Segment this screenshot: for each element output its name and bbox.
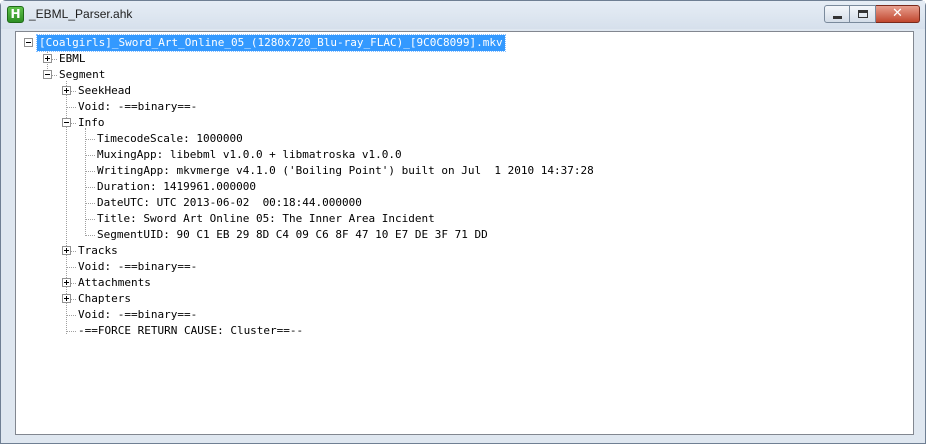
tree-node-writingapp[interactable]: WritingApp: mkvmerge v4.1.0 ('Boiling Po…	[97, 163, 594, 179]
tree-node-void[interactable]: Void: -==binary==-	[78, 259, 197, 275]
tree-node-duration[interactable]: Duration: 1419961.000000	[97, 179, 256, 195]
maximize-button[interactable]	[850, 5, 876, 23]
tree-line	[85, 219, 95, 220]
tree-node-segmentuid[interactable]: SegmentUID: 90 C1 EB 29 8D C4 09 C6 8F 4…	[97, 227, 488, 243]
expand-tracks-button[interactable]	[62, 246, 71, 255]
tree-node-chapters[interactable]: Chapters	[78, 291, 131, 307]
tree-line	[71, 251, 76, 252]
tree-node-force-return[interactable]: -==FORCE RETURN CAUSE: Cluster==--	[78, 323, 303, 339]
collapse-root-button[interactable]	[24, 38, 33, 47]
tree-node-segment[interactable]: Segment	[59, 67, 105, 83]
tree-node-title[interactable]: Title: Sword Art Online 05: The Inner Ar…	[97, 211, 435, 227]
tree-line	[85, 235, 95, 236]
tree-line	[52, 75, 57, 76]
tree-node-timecodescale[interactable]: TimecodeScale: 1000000	[97, 131, 243, 147]
tree-line	[71, 299, 76, 300]
collapse-segment-button[interactable]	[43, 70, 52, 79]
tree-node-root-file[interactable]: [Coalgirls]_Sword_Art_Online_05_(1280x72…	[36, 34, 506, 52]
tree-line	[66, 315, 76, 316]
collapse-info-button[interactable]	[62, 118, 71, 127]
tree-line	[71, 283, 76, 284]
tree-node-ebml[interactable]: EBML	[59, 51, 86, 67]
expand-seekhead-button[interactable]	[62, 86, 71, 95]
tree-node-attachments[interactable]: Attachments	[78, 275, 151, 291]
expand-chapters-button[interactable]	[62, 294, 71, 303]
tree-line	[85, 155, 95, 156]
tree-line	[85, 187, 95, 188]
caption-buttons: ✕	[824, 5, 920, 23]
tree-line	[66, 267, 76, 268]
tree-line	[85, 203, 95, 204]
tree-node-muxingapp[interactable]: MuxingApp: libebml v1.0.0 + libmatroska …	[97, 147, 402, 163]
expand-ebml-button[interactable]	[43, 54, 52, 63]
minimize-button[interactable]	[824, 5, 850, 23]
window-title: _EBML_Parser.ahk	[29, 7, 133, 21]
tree-line	[85, 171, 95, 172]
minimize-icon	[832, 15, 842, 19]
tree-line	[85, 139, 95, 140]
autohotkey-icon: H	[7, 6, 24, 23]
ebml-tree-view[interactable]: [Coalgirls]_Sword_Art_Online_05_(1280x72…	[15, 31, 914, 435]
tree-line	[66, 107, 76, 108]
app-window: H _EBML_Parser.ahk ✕ [Coalgirls]_Sword_A…	[0, 0, 926, 444]
tree-line	[52, 59, 57, 60]
title-bar[interactable]: H _EBML_Parser.ahk ✕	[1, 1, 925, 29]
tree-line	[66, 331, 76, 332]
tree-node-dateutc[interactable]: DateUTC: UTC 2013-06-02 00:18:44.000000	[97, 195, 362, 211]
tree-node-tracks[interactable]: Tracks	[78, 243, 118, 259]
close-icon: ✕	[892, 6, 903, 21]
tree-node-seekhead[interactable]: SeekHead	[78, 83, 131, 99]
close-button[interactable]: ✕	[876, 5, 920, 23]
tree-node-void[interactable]: Void: -==binary==-	[78, 307, 197, 323]
tree-line	[71, 91, 76, 92]
tree-node-void[interactable]: Void: -==binary==-	[78, 99, 197, 115]
maximize-icon	[857, 10, 868, 18]
tree-line	[71, 123, 76, 124]
expand-attachments-button[interactable]	[62, 278, 71, 287]
tree-node-info[interactable]: Info	[78, 115, 105, 131]
